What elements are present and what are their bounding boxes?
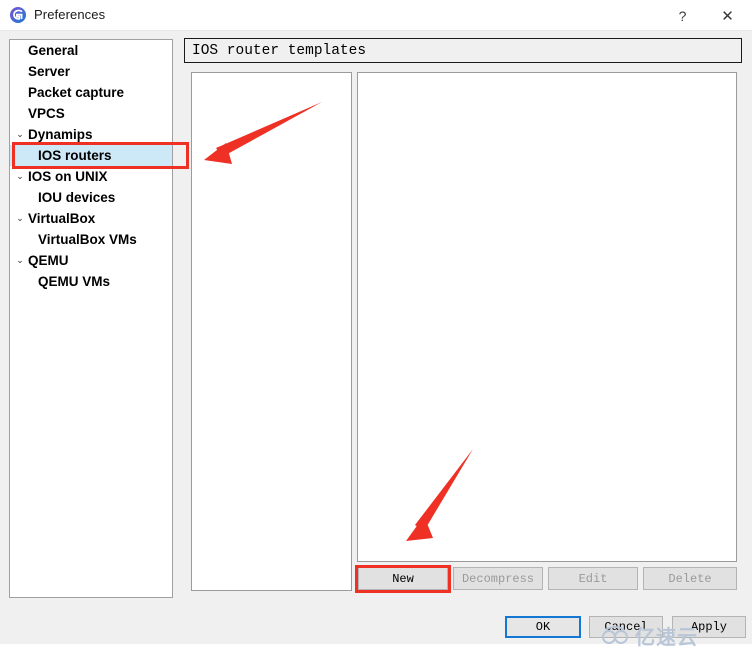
sidebar-item-label: IOS routers <box>38 148 112 163</box>
ios-image-list-pane[interactable] <box>191 72 352 591</box>
sidebar-item-ios-on-unix[interactable]: ⌄ IOS on UNIX <box>10 166 172 187</box>
sidebar-item-label: QEMU VMs <box>38 274 111 289</box>
window-title: Preferences <box>34 7 106 22</box>
panel-title-bar: IOS router templates <box>184 38 742 63</box>
preferences-category-tree[interactable]: General Server Packet capture VPCS ⌄ Dynamips… <box>9 39 173 598</box>
sidebar-item-iou-devices[interactable]: IOU devices <box>10 187 172 208</box>
sidebar-item-ios-routers[interactable]: IOS routers <box>10 145 172 166</box>
gns3-logo-icon <box>10 7 26 23</box>
sidebar-item-virtualbox[interactable]: ⌄ VirtualBox <box>10 208 172 229</box>
ok-button[interactable]: OK <box>505 616 581 638</box>
delete-button[interactable]: Delete <box>643 567 737 590</box>
help-button[interactable]: ? <box>660 0 705 31</box>
window-titlebar: Preferences ? ✕ <box>0 0 752 31</box>
chevron-down-icon[interactable]: ⌄ <box>14 250 26 271</box>
sidebar-item-server[interactable]: Server <box>10 61 172 82</box>
cloud-glasses-icon <box>602 626 628 644</box>
sidebar-item-dynamips[interactable]: ⌄ Dynamips <box>10 124 172 145</box>
watermark: 亿速云 <box>600 620 752 650</box>
sidebar-item-label: VirtualBox VMs <box>38 232 137 247</box>
new-button[interactable]: New <box>358 567 448 590</box>
sidebar-item-label: IOU devices <box>38 190 116 205</box>
sidebar-item-virtualbox-vms[interactable]: VirtualBox VMs <box>10 229 172 250</box>
sidebar-item-packet-capture[interactable]: Packet capture <box>10 82 172 103</box>
ios-template-list-pane[interactable] <box>357 72 737 562</box>
sidebar-item-general[interactable]: General <box>10 40 172 61</box>
close-button[interactable]: ✕ <box>705 0 750 31</box>
chevron-down-icon[interactable]: ⌄ <box>14 208 26 229</box>
sidebar-item-label: VPCS <box>28 106 65 121</box>
sidebar-item-qemu[interactable]: ⌄ QEMU <box>10 250 172 271</box>
sidebar-item-label: Server <box>28 64 71 79</box>
sidebar-item-qemu-vms[interactable]: QEMU VMs <box>10 271 172 292</box>
chevron-down-icon[interactable]: ⌄ <box>14 124 26 145</box>
decompress-button[interactable]: Decompress <box>453 567 543 590</box>
chevron-down-icon[interactable]: ⌄ <box>14 166 26 187</box>
page-title: IOS router templates <box>192 42 367 59</box>
sidebar-item-vpcs[interactable]: VPCS <box>10 103 172 124</box>
watermark-text: 亿速云 <box>635 626 698 649</box>
edit-button[interactable]: Edit <box>548 567 638 590</box>
sidebar-item-label: Packet capture <box>28 85 125 100</box>
sidebar-item-label: General <box>28 43 79 58</box>
